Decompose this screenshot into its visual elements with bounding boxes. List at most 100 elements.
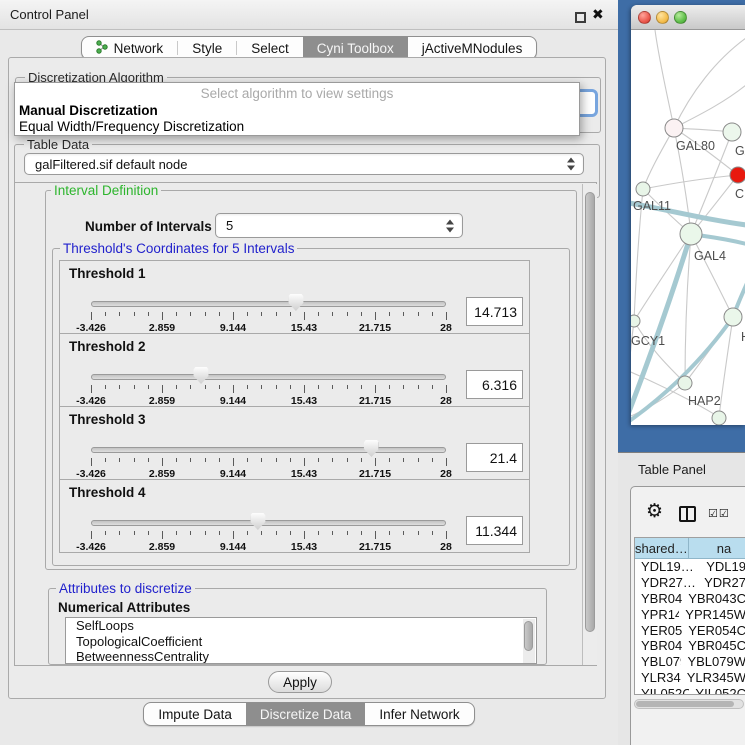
network-edge[interactable] bbox=[674, 85, 745, 128]
table-row[interactable]: YBL079WYBL079W bbox=[635, 654, 745, 670]
slider-thumb[interactable] bbox=[288, 294, 303, 311]
numerical-attributes-label: Numerical Attributes bbox=[58, 600, 190, 615]
threshold-value-field[interactable] bbox=[466, 443, 523, 472]
popup-item-equal-width-frequency[interactable]: Equal Width/Frequency Discretization bbox=[15, 119, 579, 136]
cell-shared-name[interactable]: YBL079W bbox=[635, 654, 681, 669]
network-node-h[interactable] bbox=[724, 308, 742, 326]
tab-select[interactable]: Select bbox=[237, 37, 303, 59]
cell-name[interactable]: YIL052C bbox=[689, 686, 745, 695]
node-label: C bbox=[735, 187, 744, 201]
slider-thumb[interactable] bbox=[194, 367, 209, 384]
num-intervals-combobox[interactable]: 5 bbox=[215, 213, 463, 238]
popup-item-manual-discretization[interactable]: Manual Discretization bbox=[15, 103, 579, 120]
close-traffic-light-icon[interactable] bbox=[638, 11, 651, 24]
cell-shared-name[interactable]: YDL19… bbox=[635, 559, 700, 574]
threshold-slider[interactable]: -3.4262.8599.14415.4321.71528 bbox=[91, 334, 446, 408]
numerical-attributes-list[interactable]: SelfLoopsTopologicalCoefficientBetweenne… bbox=[65, 617, 537, 664]
table-row[interactable]: YLR345WYLR345W bbox=[635, 670, 745, 686]
cell-shared-name[interactable]: YDR27… bbox=[635, 575, 698, 590]
column-header-shared-name[interactable]: shared… bbox=[635, 538, 689, 558]
table-row[interactable]: YBR043CYBR043C bbox=[635, 591, 745, 607]
horizontal-scrollbar[interactable] bbox=[634, 699, 744, 709]
network-window[interactable]: GAL80GACGAL11GAL4GCY1HHAP2 bbox=[631, 5, 745, 425]
network-canvas[interactable]: GAL80GACGAL11GAL4GCY1HHAP2 bbox=[631, 30, 745, 425]
tab-label: Cyni Toolbox bbox=[317, 41, 394, 56]
horizontal-scrollbar-thumb[interactable] bbox=[636, 701, 734, 707]
network-edge[interactable] bbox=[643, 175, 738, 189]
tab-jactivemnodules[interactable]: jActiveMNodules bbox=[408, 37, 537, 59]
tab-cyni-toolbox[interactable]: Cyni Toolbox bbox=[303, 37, 408, 59]
attribute-item[interactable]: TopologicalCoefficient bbox=[66, 634, 536, 650]
network-node-ga[interactable] bbox=[723, 123, 741, 141]
attributes-scrollbar[interactable] bbox=[523, 619, 535, 663]
slider-track[interactable] bbox=[91, 447, 446, 453]
network-edge[interactable] bbox=[634, 234, 691, 321]
network-node-gcy1[interactable] bbox=[631, 315, 640, 327]
cell-shared-name[interactable]: YLR345W bbox=[635, 670, 681, 685]
threshold-slider[interactable]: -3.4262.8599.14415.4321.71528 bbox=[91, 261, 446, 335]
column-layout-icon[interactable] bbox=[679, 506, 696, 522]
cell-shared-name[interactable]: YBR043C bbox=[635, 591, 682, 606]
bottom-tab-infer-network[interactable]: Infer Network bbox=[365, 703, 473, 725]
network-node-gal4[interactable] bbox=[680, 223, 702, 245]
combo-spinner-icon bbox=[446, 219, 454, 232]
network-window-titlebar[interactable] bbox=[631, 5, 745, 30]
attribute-item[interactable]: BetweennessCentrality bbox=[66, 649, 536, 664]
table-row[interactable]: YDR27…YDR27 bbox=[635, 575, 745, 591]
network-edge[interactable] bbox=[674, 38, 745, 128]
table-row[interactable]: YBR045CYBR045C bbox=[635, 638, 745, 654]
cell-name[interactable]: YDL19 bbox=[700, 559, 745, 574]
table-row[interactable]: YIL052CYIL052C bbox=[635, 685, 745, 695]
cell-shared-name[interactable]: YBR045C bbox=[635, 638, 682, 653]
gear-icon[interactable]: ⚙ bbox=[646, 502, 663, 521]
minimize-traffic-light-icon[interactable] bbox=[656, 11, 669, 24]
zoom-traffic-light-icon[interactable] bbox=[674, 11, 687, 24]
node-table[interactable]: shared… na YDL19…YDL19YDR27…YDR27YBR043C… bbox=[634, 537, 745, 695]
cell-name[interactable]: YER054C bbox=[682, 623, 745, 638]
threshold-slider[interactable]: -3.4262.8599.14415.4321.71528 bbox=[91, 407, 446, 481]
table-row[interactable]: YPR145WYPR145W bbox=[635, 606, 745, 622]
cell-name[interactable]: YPR145W bbox=[679, 607, 745, 622]
network-node-gal11[interactable] bbox=[636, 182, 650, 196]
cell-name[interactable]: YBR043C bbox=[682, 591, 745, 606]
attribute-item[interactable]: SelfLoops bbox=[66, 618, 536, 634]
vertical-scrollbar-thumb[interactable] bbox=[585, 192, 595, 632]
cell-shared-name[interactable]: YPR145W bbox=[635, 607, 679, 622]
network-edge[interactable] bbox=[655, 30, 674, 128]
threshold-value-field[interactable] bbox=[466, 516, 523, 545]
apply-button[interactable]: Apply bbox=[268, 671, 332, 693]
network-edge[interactable] bbox=[643, 128, 674, 189]
tab-network[interactable]: Network bbox=[82, 37, 178, 59]
checkbox-icons[interactable]: ☑☑ bbox=[708, 507, 730, 520]
slider-thumb[interactable] bbox=[250, 513, 265, 530]
slider-track[interactable] bbox=[91, 520, 446, 526]
threshold-value-field[interactable] bbox=[466, 297, 523, 326]
cell-shared-name[interactable]: YER054C bbox=[635, 623, 682, 638]
close-icon[interactable]: ✖ bbox=[592, 6, 604, 23]
table-data-combobox[interactable]: galFiltered.sif default node bbox=[24, 153, 584, 175]
threshold-slider[interactable]: -3.4262.8599.14415.4321.71528 bbox=[91, 480, 446, 554]
bottom-tab-discretize-data[interactable]: Discretize Data bbox=[246, 703, 366, 725]
threshold-value-field[interactable] bbox=[466, 370, 523, 399]
column-header-name[interactable]: na bbox=[689, 538, 745, 558]
cell-name[interactable]: YBL079W bbox=[681, 654, 745, 669]
network-node[interactable] bbox=[712, 411, 726, 425]
bottom-tab-impute-data[interactable]: Impute Data bbox=[144, 703, 246, 725]
cell-name[interactable]: YLR345W bbox=[681, 670, 745, 685]
network-node-c[interactable] bbox=[730, 167, 745, 183]
num-intervals-label: Number of Intervals bbox=[85, 219, 212, 234]
slider-thumb[interactable] bbox=[364, 440, 379, 457]
cell-name[interactable]: YDR27 bbox=[698, 575, 745, 590]
cell-shared-name[interactable]: YIL052C bbox=[635, 686, 689, 695]
float-window-icon[interactable] bbox=[575, 12, 586, 23]
table-row[interactable]: YER054CYER054C bbox=[635, 622, 745, 638]
network-node-gal80[interactable] bbox=[665, 119, 683, 137]
table-row[interactable]: YDL19…YDL19 bbox=[635, 559, 745, 575]
cell-name[interactable]: YBR045C bbox=[682, 638, 745, 653]
slider-track[interactable] bbox=[91, 301, 446, 307]
slider-track[interactable] bbox=[91, 374, 446, 380]
network-edge[interactable] bbox=[691, 234, 733, 317]
tab-style[interactable]: Style bbox=[178, 37, 236, 59]
vertical-scrollbar[interactable] bbox=[582, 184, 597, 665]
network-node-hap2[interactable] bbox=[678, 376, 692, 390]
